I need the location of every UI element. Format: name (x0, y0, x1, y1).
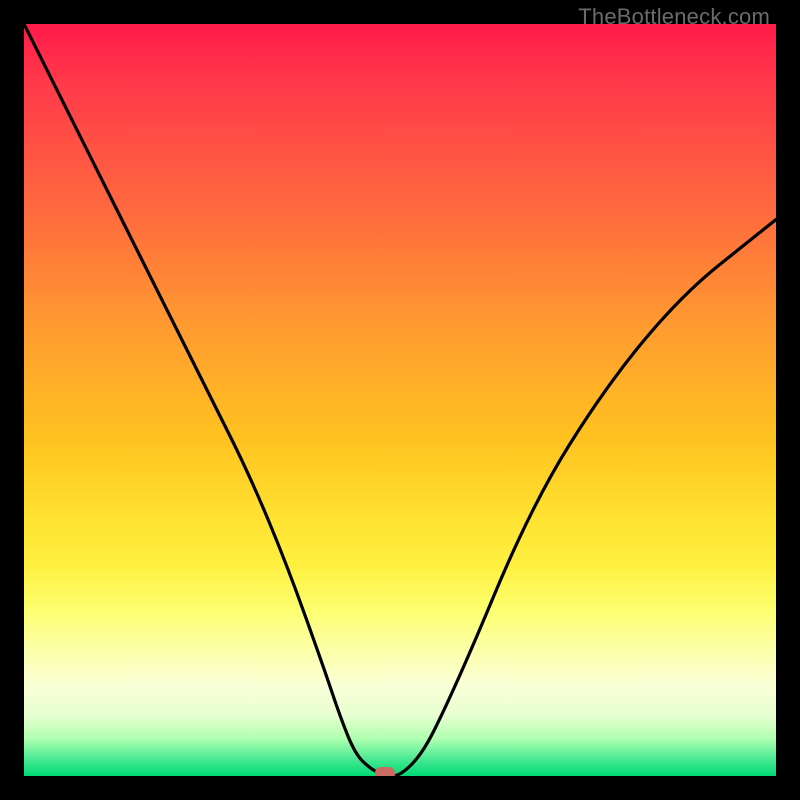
bottleneck-curve (24, 24, 776, 776)
chart-frame (24, 24, 776, 776)
optimal-point-marker (375, 767, 395, 776)
